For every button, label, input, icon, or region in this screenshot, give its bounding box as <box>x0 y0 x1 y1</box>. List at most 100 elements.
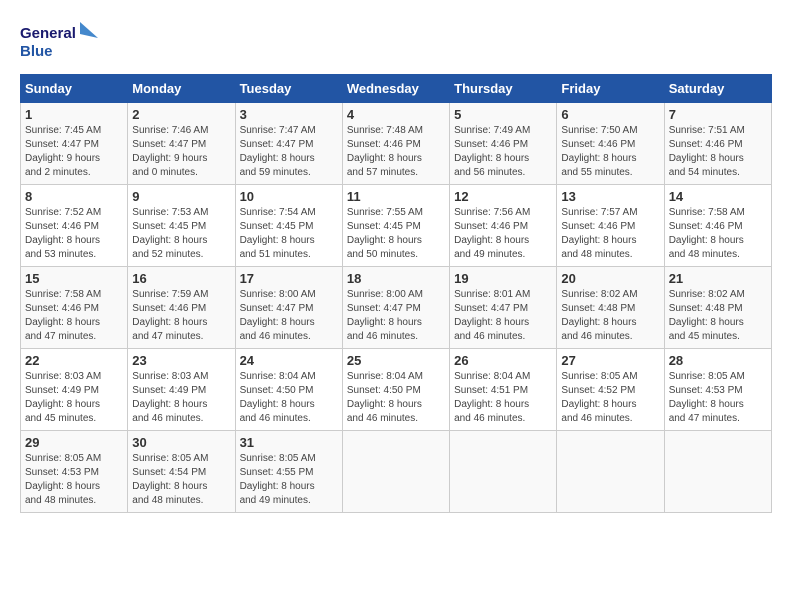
col-header-sunday: Sunday <box>21 75 128 103</box>
day-info: Sunrise: 8:00 AM Sunset: 4:47 PM Dayligh… <box>347 288 445 344</box>
day-cell: 15 Sunrise: 7:58 AM Sunset: 4:46 PM Dayli… <box>21 267 128 349</box>
day-info: Sunrise: 8:05 AM Sunset: 4:52 PM Dayligh… <box>561 370 659 426</box>
day-cell: 13 Sunrise: 7:57 AM Sunset: 4:46 PM Dayli… <box>557 185 664 267</box>
day-info: Sunrise: 7:56 AM Sunset: 4:46 PM Dayligh… <box>454 206 552 262</box>
day-info: Sunrise: 8:01 AM Sunset: 4:47 PM Dayligh… <box>454 288 552 344</box>
day-number: 10 <box>240 189 338 204</box>
day-info: Sunrise: 7:50 AM Sunset: 4:46 PM Dayligh… <box>561 124 659 180</box>
day-info: Sunrise: 7:58 AM Sunset: 4:46 PM Dayligh… <box>25 288 123 344</box>
day-number: 26 <box>454 353 552 368</box>
day-number: 9 <box>132 189 230 204</box>
day-cell: 25 Sunrise: 8:04 AM Sunset: 4:50 PM Dayli… <box>342 349 449 431</box>
week-row-2: 8 Sunrise: 7:52 AM Sunset: 4:46 PM Daylig… <box>21 185 772 267</box>
day-cell: 23 Sunrise: 8:03 AM Sunset: 4:49 PM Dayli… <box>128 349 235 431</box>
day-cell: 3Sunrise: 7:47 AM Sunset: 4:47 PM Daylig… <box>235 103 342 185</box>
week-row-1: 1 Sunrise: 7:45 AM Sunset: 4:47 PM Daylig… <box>21 103 772 185</box>
logo: GeneralBlue <box>20 20 100 64</box>
day-info: Sunrise: 8:04 AM Sunset: 4:50 PM Dayligh… <box>347 370 445 426</box>
header-row: SundayMondayTuesdayWednesdayThursdayFrid… <box>21 75 772 103</box>
day-cell: 6 Sunrise: 7:50 AM Sunset: 4:46 PM Daylig… <box>557 103 664 185</box>
day-info: Sunrise: 8:05 AM Sunset: 4:53 PM Dayligh… <box>25 452 123 508</box>
day-number: 30 <box>132 435 230 450</box>
day-cell: 22 Sunrise: 8:03 AM Sunset: 4:49 PM Dayli… <box>21 349 128 431</box>
day-number: 31 <box>240 435 338 450</box>
day-number: 15 <box>25 271 123 286</box>
day-number: 12 <box>454 189 552 204</box>
day-number: 19 <box>454 271 552 286</box>
page-header: GeneralBlue <box>20 20 772 64</box>
day-info: Sunrise: 8:05 AM Sunset: 4:54 PM Dayligh… <box>132 452 230 508</box>
day-cell: 24 Sunrise: 8:04 AM Sunset: 4:50 PM Dayli… <box>235 349 342 431</box>
day-cell <box>557 431 664 513</box>
day-cell: 5Sunrise: 7:49 AM Sunset: 4:46 PM Daylig… <box>450 103 557 185</box>
week-row-3: 15 Sunrise: 7:58 AM Sunset: 4:46 PM Dayli… <box>21 267 772 349</box>
day-number: 22 <box>25 353 123 368</box>
day-number: 20 <box>561 271 659 286</box>
day-number: 24 <box>240 353 338 368</box>
week-row-4: 22 Sunrise: 8:03 AM Sunset: 4:49 PM Dayli… <box>21 349 772 431</box>
day-number: 2 <box>132 107 230 122</box>
day-info: Sunrise: 7:51 AM Sunset: 4:46 PM Dayligh… <box>669 124 767 180</box>
day-number: 28 <box>669 353 767 368</box>
day-info: Sunrise: 7:52 AM Sunset: 4:46 PM Dayligh… <box>25 206 123 262</box>
col-header-thursday: Thursday <box>450 75 557 103</box>
col-header-monday: Monday <box>128 75 235 103</box>
day-cell: 28 Sunrise: 8:05 AM Sunset: 4:53 PM Dayli… <box>664 349 771 431</box>
day-info: Sunrise: 7:46 AM Sunset: 4:47 PM Dayligh… <box>132 124 230 180</box>
day-cell: 16Sunrise: 7:59 AM Sunset: 4:46 PM Dayli… <box>128 267 235 349</box>
day-number: 25 <box>347 353 445 368</box>
day-info: Sunrise: 7:59 AM Sunset: 4:46 PM Dayligh… <box>132 288 230 344</box>
day-cell: 10 Sunrise: 7:54 AM Sunset: 4:45 PM Dayli… <box>235 185 342 267</box>
day-cell: 14 Sunrise: 7:58 AM Sunset: 4:46 PM Dayli… <box>664 185 771 267</box>
day-cell: 17 Sunrise: 8:00 AM Sunset: 4:47 PM Dayli… <box>235 267 342 349</box>
day-info: Sunrise: 7:55 AM Sunset: 4:45 PM Dayligh… <box>347 206 445 262</box>
day-number: 3 <box>240 107 338 122</box>
day-number: 29 <box>25 435 123 450</box>
day-number: 5 <box>454 107 552 122</box>
day-cell <box>450 431 557 513</box>
day-cell: 9 Sunrise: 7:53 AM Sunset: 4:45 PM Daylig… <box>128 185 235 267</box>
day-cell: 20Sunrise: 8:02 AM Sunset: 4:48 PM Dayli… <box>557 267 664 349</box>
day-number: 23 <box>132 353 230 368</box>
day-info: Sunrise: 7:45 AM Sunset: 4:47 PM Dayligh… <box>25 124 123 180</box>
day-number: 7 <box>669 107 767 122</box>
week-row-5: 29 Sunrise: 8:05 AM Sunset: 4:53 PM Dayli… <box>21 431 772 513</box>
col-header-wednesday: Wednesday <box>342 75 449 103</box>
day-info: Sunrise: 7:53 AM Sunset: 4:45 PM Dayligh… <box>132 206 230 262</box>
day-number: 14 <box>669 189 767 204</box>
day-cell: 26 Sunrise: 8:04 AM Sunset: 4:51 PM Dayli… <box>450 349 557 431</box>
day-info: Sunrise: 8:05 AM Sunset: 4:55 PM Dayligh… <box>240 452 338 508</box>
day-info: Sunrise: 8:05 AM Sunset: 4:53 PM Dayligh… <box>669 370 767 426</box>
day-info: Sunrise: 8:04 AM Sunset: 4:51 PM Dayligh… <box>454 370 552 426</box>
day-cell <box>664 431 771 513</box>
day-number: 1 <box>25 107 123 122</box>
col-header-tuesday: Tuesday <box>235 75 342 103</box>
day-cell: 29 Sunrise: 8:05 AM Sunset: 4:53 PM Dayli… <box>21 431 128 513</box>
col-header-friday: Friday <box>557 75 664 103</box>
day-cell: 31 Sunrise: 8:05 AM Sunset: 4:55 PM Dayli… <box>235 431 342 513</box>
day-number: 21 <box>669 271 767 286</box>
day-info: Sunrise: 8:03 AM Sunset: 4:49 PM Dayligh… <box>25 370 123 426</box>
svg-text:Blue: Blue <box>20 43 53 60</box>
day-info: Sunrise: 7:58 AM Sunset: 4:46 PM Dayligh… <box>669 206 767 262</box>
day-cell: 11 Sunrise: 7:55 AM Sunset: 4:45 PM Dayli… <box>342 185 449 267</box>
day-number: 17 <box>240 271 338 286</box>
day-number: 6 <box>561 107 659 122</box>
day-cell: 30 Sunrise: 8:05 AM Sunset: 4:54 PM Dayli… <box>128 431 235 513</box>
day-number: 27 <box>561 353 659 368</box>
day-info: Sunrise: 7:54 AM Sunset: 4:45 PM Dayligh… <box>240 206 338 262</box>
day-cell: 4Sunrise: 7:48 AM Sunset: 4:46 PM Daylig… <box>342 103 449 185</box>
day-cell: 7 Sunrise: 7:51 AM Sunset: 4:46 PM Daylig… <box>664 103 771 185</box>
day-number: 8 <box>25 189 123 204</box>
day-cell: 8 Sunrise: 7:52 AM Sunset: 4:46 PM Daylig… <box>21 185 128 267</box>
day-cell: 27 Sunrise: 8:05 AM Sunset: 4:52 PM Dayli… <box>557 349 664 431</box>
day-info: Sunrise: 8:00 AM Sunset: 4:47 PM Dayligh… <box>240 288 338 344</box>
day-number: 13 <box>561 189 659 204</box>
day-info: Sunrise: 7:57 AM Sunset: 4:46 PM Dayligh… <box>561 206 659 262</box>
day-cell: 21Sunrise: 8:02 AM Sunset: 4:48 PM Dayli… <box>664 267 771 349</box>
day-info: Sunrise: 8:03 AM Sunset: 4:49 PM Dayligh… <box>132 370 230 426</box>
day-number: 11 <box>347 189 445 204</box>
day-number: 18 <box>347 271 445 286</box>
day-cell: 1 Sunrise: 7:45 AM Sunset: 4:47 PM Daylig… <box>21 103 128 185</box>
day-info: Sunrise: 8:04 AM Sunset: 4:50 PM Dayligh… <box>240 370 338 426</box>
